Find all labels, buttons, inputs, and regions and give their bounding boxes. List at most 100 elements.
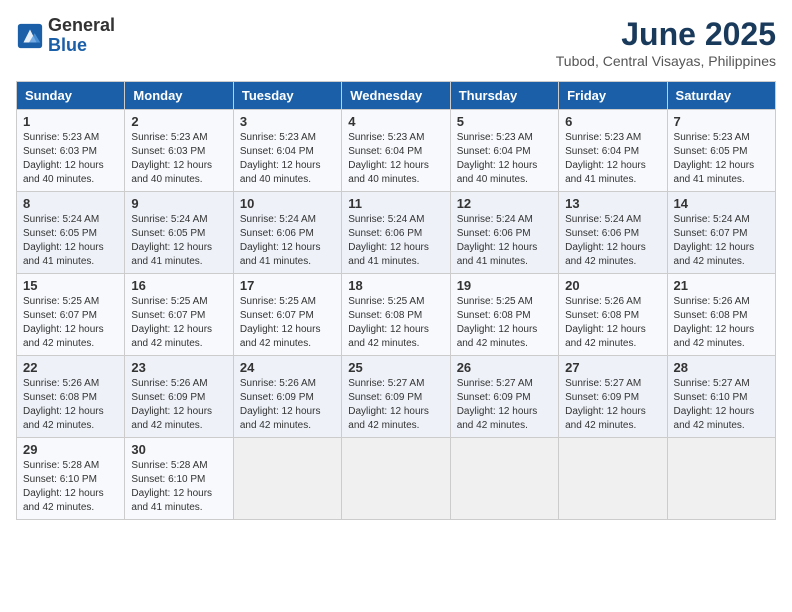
table-row: 8 Sunrise: 5:24 AMSunset: 6:05 PMDaylight…: [17, 192, 125, 274]
cell-info: Sunrise: 5:26 AMSunset: 6:08 PMDaylight:…: [565, 295, 660, 351]
header-wednesday: Wednesday: [342, 82, 450, 110]
day-number: 27: [565, 360, 660, 375]
header-saturday: Saturday: [667, 82, 775, 110]
table-row: 20 Sunrise: 5:26 AMSunset: 6:08 PMDayligh…: [559, 274, 667, 356]
cell-info: Sunrise: 5:25 AMSunset: 6:07 PMDaylight:…: [131, 295, 226, 351]
cell-info: Sunrise: 5:26 AMSunset: 6:09 PMDaylight:…: [131, 377, 226, 433]
table-row: 12Sunrise: 5:24 AMSunset: 6:06 PMDayligh…: [450, 192, 558, 274]
title-block: June 2025 Tubod, Central Visayas, Philip…: [556, 16, 776, 69]
calendar-week-row: 22 Sunrise: 5:26 AMSunset: 6:08 PMDayligh…: [17, 356, 776, 438]
table-row: 17 Sunrise: 5:25 AMSunset: 6:07 PMDayligh…: [233, 274, 341, 356]
day-number: 26: [457, 360, 552, 375]
logo-general: General: [48, 16, 115, 36]
cell-info: Sunrise: 5:25 AMSunset: 6:07 PMDaylight:…: [23, 295, 118, 351]
cell-info: Sunrise: 5:28 AMSunset: 6:10 PMDaylight:…: [131, 459, 226, 515]
calendar-week-row: 15 Sunrise: 5:25 AMSunset: 6:07 PMDayligh…: [17, 274, 776, 356]
day-number: 13: [565, 196, 660, 211]
cell-info: Sunrise: 5:24 AMSunset: 6:06 PMDaylight:…: [240, 213, 335, 269]
cell-info: Sunrise: 5:23 AMSunset: 6:04 PMDaylight:…: [348, 131, 443, 187]
cell-info: Sunrise: 5:23 AMSunset: 6:03 PMDaylight:…: [131, 131, 226, 187]
calendar-week-row: 8 Sunrise: 5:24 AMSunset: 6:05 PMDaylight…: [17, 192, 776, 274]
day-number: 20: [565, 278, 660, 293]
day-number: 8: [23, 196, 118, 211]
table-row: 29 Sunrise: 5:28 AMSunset: 6:10 PMDayligh…: [17, 438, 125, 520]
day-number: 17: [240, 278, 335, 293]
day-number: 10: [240, 196, 335, 211]
calendar-week-row: 29 Sunrise: 5:28 AMSunset: 6:10 PMDayligh…: [17, 438, 776, 520]
day-number: 30: [131, 442, 226, 457]
calendar-table: Sunday Monday Tuesday Wednesday Thursday…: [16, 81, 776, 520]
day-number: 2: [131, 114, 226, 129]
cell-info: Sunrise: 5:25 AMSunset: 6:08 PMDaylight:…: [457, 295, 552, 351]
logo-text: General Blue: [48, 16, 115, 56]
cell-info: Sunrise: 5:27 AMSunset: 6:09 PMDaylight:…: [457, 377, 552, 433]
day-number: 4: [348, 114, 443, 129]
location: Tubod, Central Visayas, Philippines: [556, 53, 776, 69]
table-row: 27 Sunrise: 5:27 AMSunset: 6:09 PMDayligh…: [559, 356, 667, 438]
table-row: 9Sunrise: 5:24 AMSunset: 6:05 PMDaylight…: [125, 192, 233, 274]
table-row: 19 Sunrise: 5:25 AMSunset: 6:08 PMDayligh…: [450, 274, 558, 356]
cell-info: Sunrise: 5:26 AMSunset: 6:08 PMDaylight:…: [23, 377, 118, 433]
day-number: 7: [674, 114, 769, 129]
table-row: [233, 438, 341, 520]
cell-info: Sunrise: 5:25 AMSunset: 6:08 PMDaylight:…: [348, 295, 443, 351]
day-number: 11: [348, 196, 443, 211]
cell-info: Sunrise: 5:23 AMSunset: 6:05 PMDaylight:…: [674, 131, 769, 187]
cell-info: Sunrise: 5:23 AMSunset: 6:04 PMDaylight:…: [565, 131, 660, 187]
cell-info: Sunrise: 5:24 AMSunset: 6:05 PMDaylight:…: [131, 213, 226, 269]
day-number: 15: [23, 278, 118, 293]
page-header: General Blue June 2025 Tubod, Central Vi…: [16, 16, 776, 69]
table-row: 18Sunrise: 5:25 AMSunset: 6:08 PMDayligh…: [342, 274, 450, 356]
cell-info: Sunrise: 5:24 AMSunset: 6:05 PMDaylight:…: [23, 213, 118, 269]
table-row: 5 Sunrise: 5:23 AMSunset: 6:04 PMDaylight…: [450, 110, 558, 192]
cell-info: Sunrise: 5:23 AMSunset: 6:04 PMDaylight:…: [457, 131, 552, 187]
table-row: [559, 438, 667, 520]
header-thursday: Thursday: [450, 82, 558, 110]
day-number: 24: [240, 360, 335, 375]
table-row: 3 Sunrise: 5:23 AMSunset: 6:04 PMDaylight…: [233, 110, 341, 192]
table-row: 24 Sunrise: 5:26 AMSunset: 6:09 PMDayligh…: [233, 356, 341, 438]
table-row: 13 Sunrise: 5:24 AMSunset: 6:06 PMDayligh…: [559, 192, 667, 274]
table-row: 6Sunrise: 5:23 AMSunset: 6:04 PMDaylight…: [559, 110, 667, 192]
table-row: 15 Sunrise: 5:25 AMSunset: 6:07 PMDayligh…: [17, 274, 125, 356]
table-row: 16 Sunrise: 5:25 AMSunset: 6:07 PMDayligh…: [125, 274, 233, 356]
month-title: June 2025: [556, 16, 776, 53]
cell-info: Sunrise: 5:23 AMSunset: 6:04 PMDaylight:…: [240, 131, 335, 187]
day-number: 21: [674, 278, 769, 293]
cell-info: Sunrise: 5:25 AMSunset: 6:07 PMDaylight:…: [240, 295, 335, 351]
calendar-week-row: 1 Sunrise: 5:23 AMSunset: 6:03 PMDaylight…: [17, 110, 776, 192]
cell-info: Sunrise: 5:26 AMSunset: 6:09 PMDaylight:…: [240, 377, 335, 433]
table-row: 1Sunrise: 5:23 AMSunset: 6:03 PMDaylight…: [17, 110, 125, 192]
logo-blue: Blue: [48, 36, 115, 56]
day-number: 16: [131, 278, 226, 293]
header-tuesday: Tuesday: [233, 82, 341, 110]
day-number: 1: [23, 114, 118, 129]
table-row: 30 Sunrise: 5:28 AMSunset: 6:10 PMDayligh…: [125, 438, 233, 520]
day-number: 23: [131, 360, 226, 375]
day-number: 28: [674, 360, 769, 375]
cell-info: Sunrise: 5:27 AMSunset: 6:10 PMDaylight:…: [674, 377, 769, 433]
cell-info: Sunrise: 5:27 AMSunset: 6:09 PMDaylight:…: [348, 377, 443, 433]
day-number: 29: [23, 442, 118, 457]
table-row: [667, 438, 775, 520]
calendar-header-row: Sunday Monday Tuesday Wednesday Thursday…: [17, 82, 776, 110]
header-sunday: Sunday: [17, 82, 125, 110]
table-row: 23 Sunrise: 5:26 AMSunset: 6:09 PMDayligh…: [125, 356, 233, 438]
cell-info: Sunrise: 5:27 AMSunset: 6:09 PMDaylight:…: [565, 377, 660, 433]
header-friday: Friday: [559, 82, 667, 110]
cell-info: Sunrise: 5:24 AMSunset: 6:06 PMDaylight:…: [348, 213, 443, 269]
table-row: 26 Sunrise: 5:27 AMSunset: 6:09 PMDayligh…: [450, 356, 558, 438]
day-number: 14: [674, 196, 769, 211]
cell-info: Sunrise: 5:26 AMSunset: 6:08 PMDaylight:…: [674, 295, 769, 351]
day-number: 12: [457, 196, 552, 211]
day-number: 3: [240, 114, 335, 129]
cell-info: Sunrise: 5:24 AMSunset: 6:07 PMDaylight:…: [674, 213, 769, 269]
table-row: 14 Sunrise: 5:24 AMSunset: 6:07 PMDayligh…: [667, 192, 775, 274]
day-number: 25: [348, 360, 443, 375]
day-number: 22: [23, 360, 118, 375]
day-number: 5: [457, 114, 552, 129]
day-number: 19: [457, 278, 552, 293]
cell-info: Sunrise: 5:24 AMSunset: 6:06 PMDaylight:…: [565, 213, 660, 269]
cell-info: Sunrise: 5:28 AMSunset: 6:10 PMDaylight:…: [23, 459, 118, 515]
table-row: [342, 438, 450, 520]
